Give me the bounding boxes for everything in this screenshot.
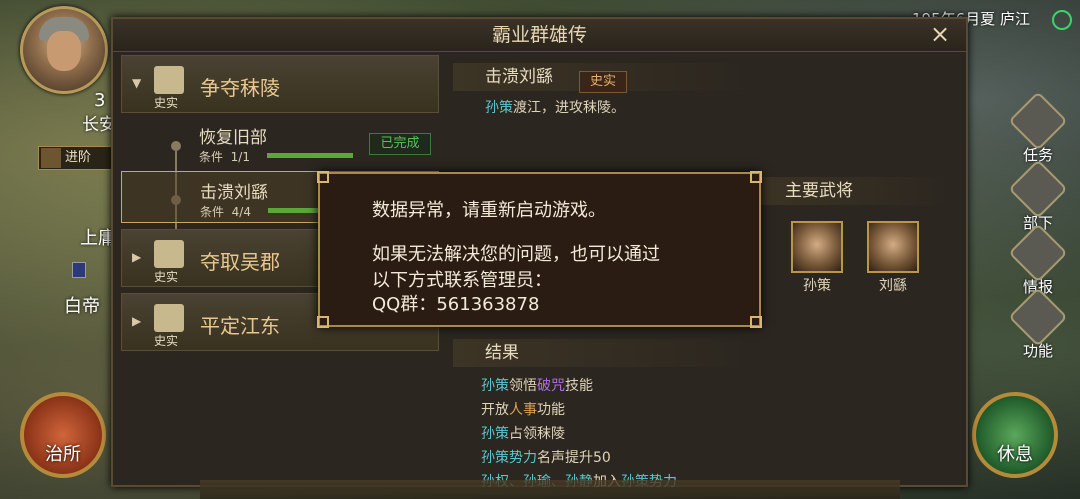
avatar-face (47, 31, 81, 71)
result-text: 孙策势力 (481, 450, 537, 466)
result-line: 孙策占领秣陵 (481, 423, 565, 443)
rest-label: 休息 (997, 444, 1033, 465)
generals-header: 主要武将 (753, 177, 953, 205)
completed-badge: 已完成 (369, 133, 431, 155)
dialog-corner (750, 171, 762, 183)
quest-name: 击溃刘繇 (200, 183, 268, 203)
player-avatar[interactable] (20, 6, 108, 94)
quest-progress: 4/4 (231, 205, 251, 219)
menu-functions[interactable]: 功能 (1008, 287, 1068, 361)
historical-badge: 史实 (579, 71, 627, 93)
chapter-item[interactable]: ▼ 史实 争夺秣陵 (121, 55, 439, 113)
quest-condition: 条件 1/1 (199, 148, 250, 165)
close-icon[interactable]: × (928, 22, 952, 46)
chapter-name: 争夺秣陵 (200, 76, 280, 100)
generals-title: 主要武将 (785, 181, 853, 201)
dialog-corner (750, 316, 762, 328)
result-text: 技能 (565, 378, 593, 394)
chapter-tag: 史实 (154, 96, 179, 110)
result-text: 名声提升50 (537, 450, 611, 466)
result-text: 孙策 (481, 378, 509, 394)
chevron-right-icon: ▶ (132, 314, 142, 328)
error-message: 数据异常，请重新启动游戏。 (372, 200, 606, 221)
map-flag[interactable] (72, 262, 86, 278)
general-name: 孙策 (803, 278, 831, 294)
general-portrait-liuyao[interactable] (867, 221, 919, 273)
error-dialog: 数据异常，请重新启动游戏。 如果无法解决您的问题，也可以通过 以下方式联系管理员… (317, 171, 762, 328)
result-text: 开放 (481, 402, 509, 418)
quest-item[interactable]: 恢复旧部 条件 1/1 已完成 (121, 117, 439, 169)
quest-progress: 1/1 (230, 150, 250, 164)
chapter-tag: 史实 (154, 334, 179, 348)
result-text: 功能 (537, 402, 565, 418)
desc-text: 渡江，进攻秣陵。 (513, 100, 625, 116)
map-label-baidi[interactable]: 白帝 (64, 292, 100, 318)
scroll-icon (154, 240, 184, 268)
menu-tasks[interactable]: 任务 (1008, 91, 1068, 165)
gear-icon (1008, 287, 1068, 347)
intel-icon (1008, 223, 1068, 283)
quest-detail-title: 击溃刘繇 (485, 67, 553, 87)
result-header: 结果 (453, 339, 753, 367)
bottom-toolbar (200, 480, 900, 499)
scroll-icon (154, 66, 184, 94)
advance-icon (41, 148, 61, 168)
quest-cond-label: 条件 (200, 205, 225, 219)
menu-subordinates[interactable]: 部下 (1008, 159, 1068, 233)
subordinate-icon (1008, 159, 1068, 219)
result-text: 领悟 (509, 378, 537, 394)
result-line: 开放人事功能 (481, 399, 565, 419)
rest-button[interactable]: 休息 (972, 392, 1058, 478)
quest-detail-header: 击溃刘繇 史实 (453, 63, 753, 93)
quest-description: 孙策渡江，进攻秣陵。 (485, 97, 625, 117)
result-title: 结果 (485, 343, 519, 363)
menu-intel[interactable]: 情报 (1008, 223, 1068, 297)
quest-condition: 条件 4/4 (200, 203, 251, 220)
panel-title: 霸业群雄传 (113, 19, 966, 52)
desc-general: 孙策 (485, 100, 513, 116)
task-icon (1008, 91, 1068, 151)
advance-label: 进阶 (65, 150, 92, 165)
chevron-down-icon: ▼ (132, 76, 142, 90)
result-line: 孙策势力名声提升50 (481, 447, 611, 467)
govern-button[interactable]: 治所 (20, 392, 106, 478)
help-message-2: 以下方式联系管理员： (372, 270, 552, 291)
general-portrait-sunce[interactable] (791, 221, 843, 273)
result-line: 孙策领悟破咒技能 (481, 375, 593, 395)
result-text: 破咒 (537, 378, 565, 394)
network-status-icon (1052, 10, 1072, 30)
result-text: 占领秣陵 (509, 426, 565, 442)
help-message: 如果无法解决您的问题，也可以通过 (372, 244, 660, 265)
dialog-corner (317, 171, 329, 183)
scroll-icon (154, 304, 184, 332)
chapter-name: 平定江东 (200, 314, 280, 338)
general-name: 刘繇 (879, 278, 907, 294)
govern-label: 治所 (45, 444, 81, 465)
advance-button[interactable]: 进阶 (38, 146, 120, 170)
quest-progress-bar (267, 153, 353, 158)
result-text: 人事 (509, 402, 537, 418)
chapter-name: 夺取吴郡 (200, 250, 280, 274)
quest-name: 恢复旧部 (199, 128, 267, 148)
chevron-right-icon: ▶ (132, 250, 142, 264)
contact-qq: QQ群：561363878 (372, 294, 540, 315)
quest-cond-label: 条件 (199, 150, 224, 164)
result-text: 孙策 (481, 426, 509, 442)
dialog-corner (317, 316, 329, 328)
player-level: 3 (94, 90, 106, 111)
chapter-tag: 史实 (154, 270, 179, 284)
